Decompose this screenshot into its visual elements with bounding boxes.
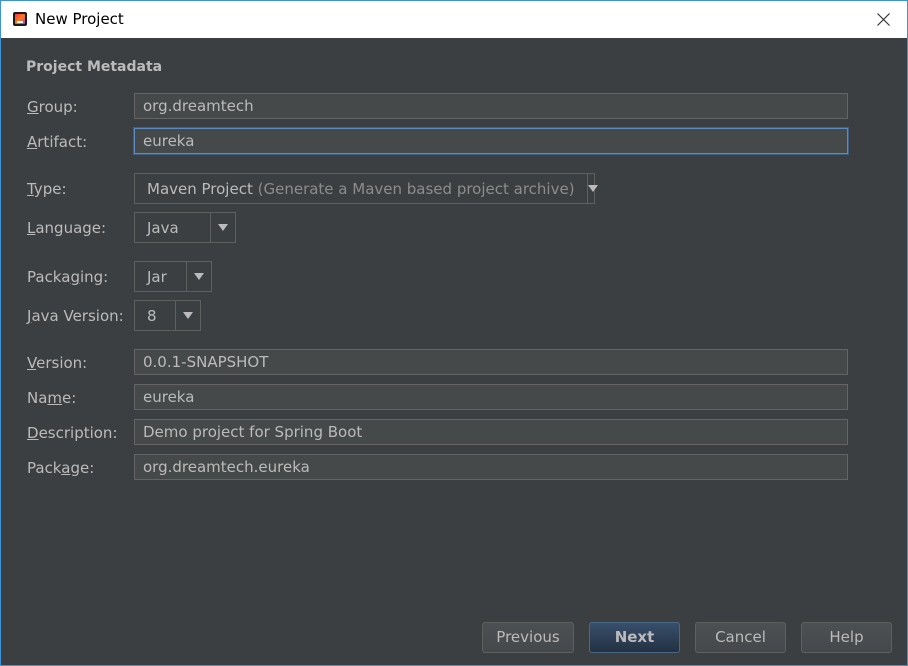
- language-dropdown[interactable]: Java: [134, 212, 236, 243]
- name-field[interactable]: [134, 384, 848, 410]
- artifact-label: Artifact:: [27, 133, 88, 151]
- packaging-value: Jar: [147, 267, 167, 286]
- triangle-down-icon: [210, 213, 235, 242]
- type-dropdown[interactable]: Maven Project (Generate a Maven based pr…: [134, 173, 598, 204]
- version-field[interactable]: [134, 349, 848, 375]
- close-button[interactable]: [861, 1, 907, 38]
- packaging-dropdown[interactable]: Jar: [134, 261, 212, 292]
- description-label: Description:: [27, 424, 118, 442]
- intellij-idea-icon: [13, 12, 27, 26]
- next-button[interactable]: Next: [589, 622, 680, 653]
- triangle-down-icon: [175, 301, 200, 330]
- cancel-button[interactable]: Cancel: [695, 622, 786, 653]
- title-bar[interactable]: New Project: [1, 1, 907, 38]
- language-value: Java: [147, 218, 179, 237]
- triangle-down-icon: [586, 174, 598, 203]
- java-version-value: 8: [147, 306, 157, 325]
- section-title: Project Metadata: [26, 59, 163, 75]
- package-field[interactable]: [134, 454, 848, 480]
- previous-button[interactable]: Previous: [482, 622, 574, 653]
- artifact-field[interactable]: [134, 128, 848, 154]
- window-title: New Project: [35, 10, 124, 28]
- group-field[interactable]: [134, 93, 848, 119]
- type-label: Type:: [27, 180, 67, 198]
- type-value: Maven Project (Generate a Maven based pr…: [147, 179, 575, 198]
- language-label: Language:: [27, 219, 107, 237]
- triangle-down-icon: [186, 262, 211, 291]
- java-version-dropdown[interactable]: 8: [134, 300, 201, 331]
- close-icon: [877, 13, 890, 26]
- java-version-label: Java Version:: [27, 307, 124, 325]
- package-label: Package:: [27, 459, 95, 477]
- help-button[interactable]: Help: [801, 622, 892, 653]
- name-label: Name:: [27, 389, 77, 407]
- version-label: Version:: [27, 354, 88, 372]
- packaging-label: Packaging:: [27, 268, 109, 286]
- group-label: Group:: [27, 98, 78, 116]
- new-project-dialog: New Project Project Metadata Group: Arti…: [0, 0, 908, 666]
- description-field[interactable]: [134, 419, 848, 445]
